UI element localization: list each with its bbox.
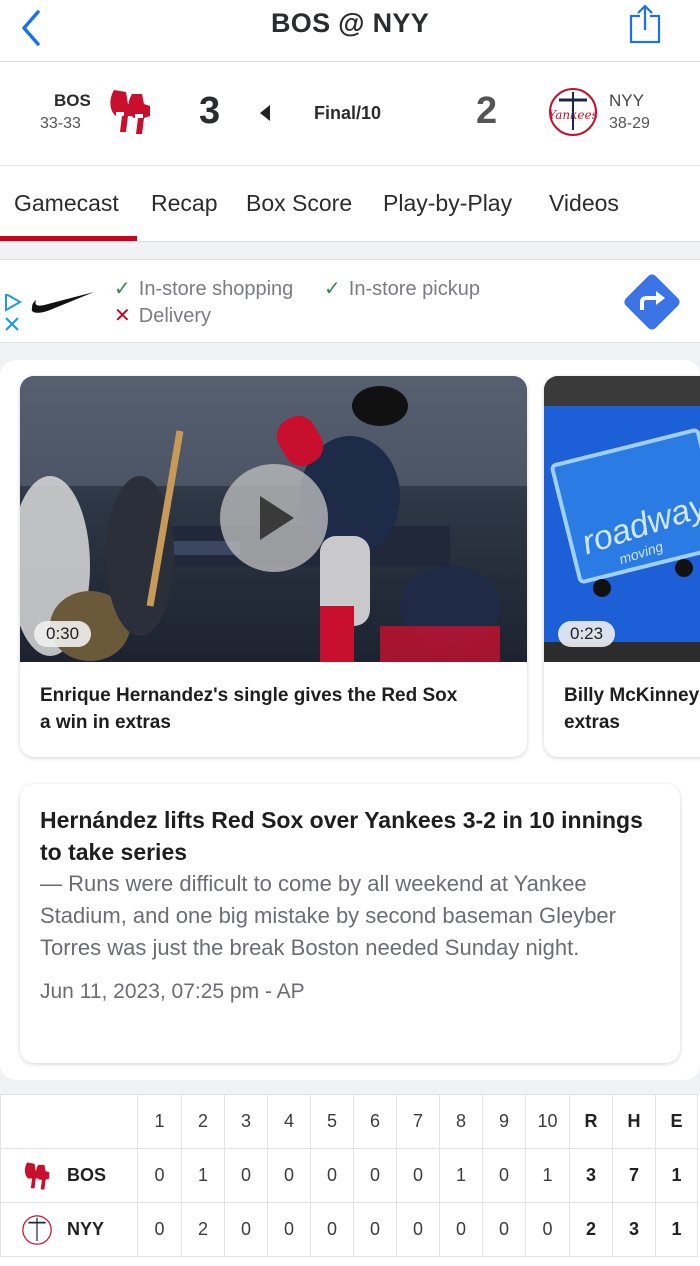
red-sox-logo-icon <box>24 1161 50 1190</box>
nike-swoosh-logo-icon <box>31 292 94 313</box>
inning-score: 0 <box>267 1148 311 1203</box>
hits-total: 3 <box>612 1202 656 1257</box>
red-sox-logo-icon[interactable] <box>104 86 156 138</box>
adchoices-icon[interactable] <box>2 294 24 334</box>
yankees-logo-icon <box>22 1214 52 1245</box>
linescore-table: 1 2 3 4 5 6 7 8 9 10 R H E BOS 0 1 0 0 0… <box>0 1094 698 1257</box>
tab-gamecast[interactable]: Gamecast <box>14 190 119 217</box>
video-duration: 0:30 <box>34 621 92 647</box>
runs-total: 3 <box>569 1148 613 1203</box>
team-cell-nyy[interactable]: NYY <box>0 1202 138 1257</box>
inning-header: 6 <box>353 1094 397 1149</box>
scoreboard: BOS 33-33 3 Final/10 2 Yankees NYY 38-29 <box>0 62 700 166</box>
inning-score: 0 <box>482 1202 526 1257</box>
recap-story-card[interactable]: Hernández lifts Red Sox over Yankees 3-2… <box>20 784 680 1063</box>
ad-banner[interactable]: ✓ In-store shopping ✓ In-store pickup ✕ Del… <box>0 259 700 343</box>
ad-feature-delivery: ✕ Delivery <box>114 305 212 327</box>
yankees-logo-icon[interactable]: Yankees <box>547 86 599 138</box>
video-duration: 0:23 <box>558 621 616 647</box>
hits-total: 7 <box>612 1148 656 1203</box>
ad-feature-in-store-shopping: ✓ In-store shopping <box>114 278 294 300</box>
game-status: Final/10 <box>314 103 382 123</box>
inning-header: 4 <box>267 1094 311 1149</box>
inning-score: 2 <box>181 1202 225 1257</box>
inning-score: 0 <box>396 1148 440 1203</box>
hits-header: H <box>612 1094 656 1149</box>
tab-recap[interactable]: Recap <box>151 190 217 217</box>
page-title: BOS @ NYY <box>270 8 430 38</box>
inning-score: 0 <box>137 1148 182 1203</box>
active-tab-indicator <box>0 236 137 241</box>
ad-feature-in-store-pickup: ✓ In-store pickup <box>324 278 480 300</box>
video-thumbnail[interactable]: roadway moving 0:23 <box>544 376 700 662</box>
linescore: 1 2 3 4 5 6 7 8 9 10 R H E BOS 0 1 0 0 0… <box>0 1094 700 1266</box>
inning-score: 0 <box>353 1148 397 1203</box>
inning-header: 5 <box>310 1094 354 1149</box>
home-team-abbr: NYY <box>609 91 644 110</box>
video-card[interactable]: roadway moving 0:23 Billy McKinney extra… <box>544 376 700 757</box>
inning-score: 0 <box>224 1202 268 1257</box>
table-row: NYY 0 2 0 0 0 0 0 0 0 0 2 3 1 <box>0 1202 698 1257</box>
inning-score: 1 <box>181 1148 225 1203</box>
video-card[interactable]: 0:30 Enrique Hernandez's single gives th… <box>20 376 527 757</box>
inning-score: 0 <box>482 1148 526 1203</box>
x-icon: ✕ <box>114 305 131 327</box>
inning-score: 0 <box>137 1202 182 1257</box>
away-team-record: 33-33 <box>40 115 81 132</box>
video-title[interactable]: Billy McKinney extras <box>564 682 699 736</box>
team-column-header <box>0 1094 138 1149</box>
top-bar: BOS @ NYY <box>0 0 700 62</box>
play-button[interactable] <box>220 464 328 572</box>
home-score: 2 <box>476 90 498 132</box>
story-summary: — Runs were difficult to come by all wee… <box>40 871 616 960</box>
video-thumbnail[interactable]: 0:30 <box>20 376 527 662</box>
story-headline[interactable]: Hernández lifts Red Sox over Yankees 3-2… <box>40 804 660 868</box>
inning-header: 8 <box>439 1094 483 1149</box>
share-icon[interactable] <box>628 4 662 44</box>
away-score: 3 <box>199 90 221 132</box>
directions-icon[interactable] <box>622 272 682 332</box>
inning-header: 10 <box>525 1094 570 1149</box>
inning-score: 1 <box>439 1148 483 1203</box>
video-title[interactable]: Enrique Hernandez's single gives the Red… <box>40 682 457 736</box>
inning-header: 9 <box>482 1094 526 1149</box>
tab-box-score[interactable]: Box Score <box>246 190 352 217</box>
team-cell-bos[interactable]: BOS <box>0 1148 138 1203</box>
check-icon: ✓ <box>114 278 131 300</box>
inning-header: 1 <box>137 1094 182 1149</box>
inning-score: 0 <box>310 1148 354 1203</box>
table-row: BOS 0 1 0 0 0 0 0 1 0 1 3 7 1 <box>0 1148 698 1203</box>
runs-total: 2 <box>569 1202 613 1257</box>
check-icon: ✓ <box>324 278 341 300</box>
inning-score: 0 <box>353 1202 397 1257</box>
errors-total: 1 <box>655 1148 698 1203</box>
away-team-abbr: BOS <box>54 91 91 110</box>
story-meta: Jun 11, 2023, 07:25 pm - AP <box>40 980 305 1003</box>
inning-score: 0 <box>439 1202 483 1257</box>
inning-header: 2 <box>181 1094 225 1149</box>
home-team-record: 38-29 <box>609 115 650 132</box>
tab-videos[interactable]: Videos <box>549 190 619 217</box>
inning-score: 0 <box>224 1148 268 1203</box>
inning-header: 3 <box>224 1094 268 1149</box>
linescore-header-row: 1 2 3 4 5 6 7 8 9 10 R H E <box>0 1094 698 1149</box>
inning-score: 0 <box>267 1202 311 1257</box>
tab-play-by-play[interactable]: Play-by-Play <box>383 190 512 217</box>
inning-score: 0 <box>525 1202 570 1257</box>
inning-score: 1 <box>525 1148 570 1203</box>
roadway-moving-ad-image: roadway moving <box>544 376 700 662</box>
errors-total: 1 <box>655 1202 698 1257</box>
inning-score: 0 <box>396 1202 440 1257</box>
runs-header: R <box>569 1094 613 1149</box>
inning-score: 0 <box>310 1202 354 1257</box>
tab-bar: Gamecast Recap Box Score Play-by-Play Vi… <box>0 166 700 242</box>
errors-header: E <box>655 1094 698 1149</box>
play-icon <box>260 496 294 540</box>
winner-caret-icon <box>260 105 270 121</box>
inning-header: 7 <box>396 1094 440 1149</box>
